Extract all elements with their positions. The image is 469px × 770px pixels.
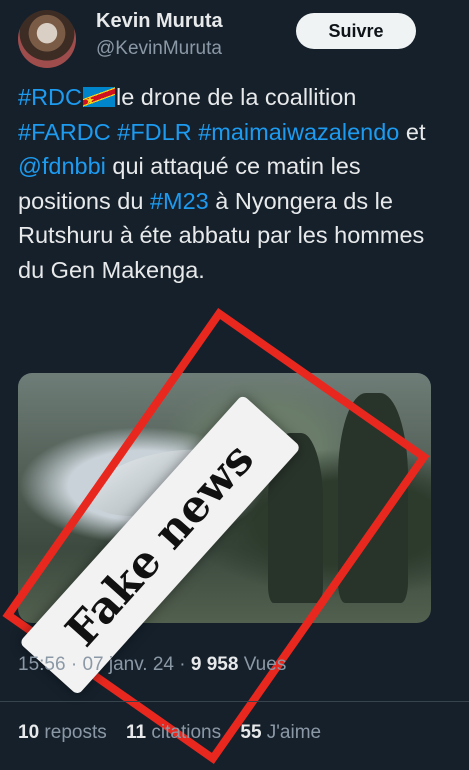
quotes-count: 11 <box>126 722 147 743</box>
tweet-text: #RDC le drone de la coallition #FARDC #FD… <box>18 80 448 287</box>
author-handle[interactable]: @KevinMuruta <box>96 38 222 60</box>
views-label: Vues <box>243 654 287 675</box>
reposts-count: 10 <box>18 722 40 743</box>
follow-button[interactable]: Suivre <box>296 13 416 49</box>
likes-count: 55 <box>240 722 262 743</box>
quotes-label: citations <box>151 722 222 743</box>
likes-label: J'aime <box>266 722 322 743</box>
engagement-stats: 10 reposts 11 citations 55 J'aime <box>18 722 335 744</box>
meta-separator: · <box>179 654 191 675</box>
hashtag-maimaiwazalendo[interactable]: #maimaiwazalendo <box>198 119 399 145</box>
views-count: 9 958 <box>190 654 239 675</box>
tweet-time[interactable]: 15:56 <box>18 654 66 675</box>
reposts-stat[interactable]: 10 reposts <box>18 722 107 743</box>
tweet-date[interactable]: 07 janv. 24 <box>82 654 174 675</box>
tweet-meta: 15:56 · 07 janv. 24 · 9 958 Vues <box>18 654 286 676</box>
reposts-label: reposts <box>44 722 107 743</box>
divider <box>0 701 469 702</box>
mention-fdnbbi[interactable]: @fdnbbi <box>18 153 106 179</box>
likes-stat[interactable]: 55 J'aime <box>240 722 321 743</box>
hashtag-fdlr[interactable]: #FDLR <box>117 119 191 145</box>
author-name[interactable]: Kevin Muruta <box>96 10 223 33</box>
hashtag-rdc[interactable]: #RDC <box>18 84 82 110</box>
hashtag-fardc[interactable]: #FARDC <box>18 119 111 145</box>
soldier-figure <box>338 393 408 603</box>
flag-drc-icon <box>82 84 115 119</box>
meta-separator: · <box>70 654 83 675</box>
avatar[interactable] <box>18 10 76 68</box>
hashtag-m23[interactable]: #M23 <box>150 188 209 214</box>
quotes-stat[interactable]: 11 citations <box>126 722 221 743</box>
tweet-text-segment: le drone de la coallition <box>115 84 357 110</box>
tweet-text-segment: et <box>399 118 426 145</box>
